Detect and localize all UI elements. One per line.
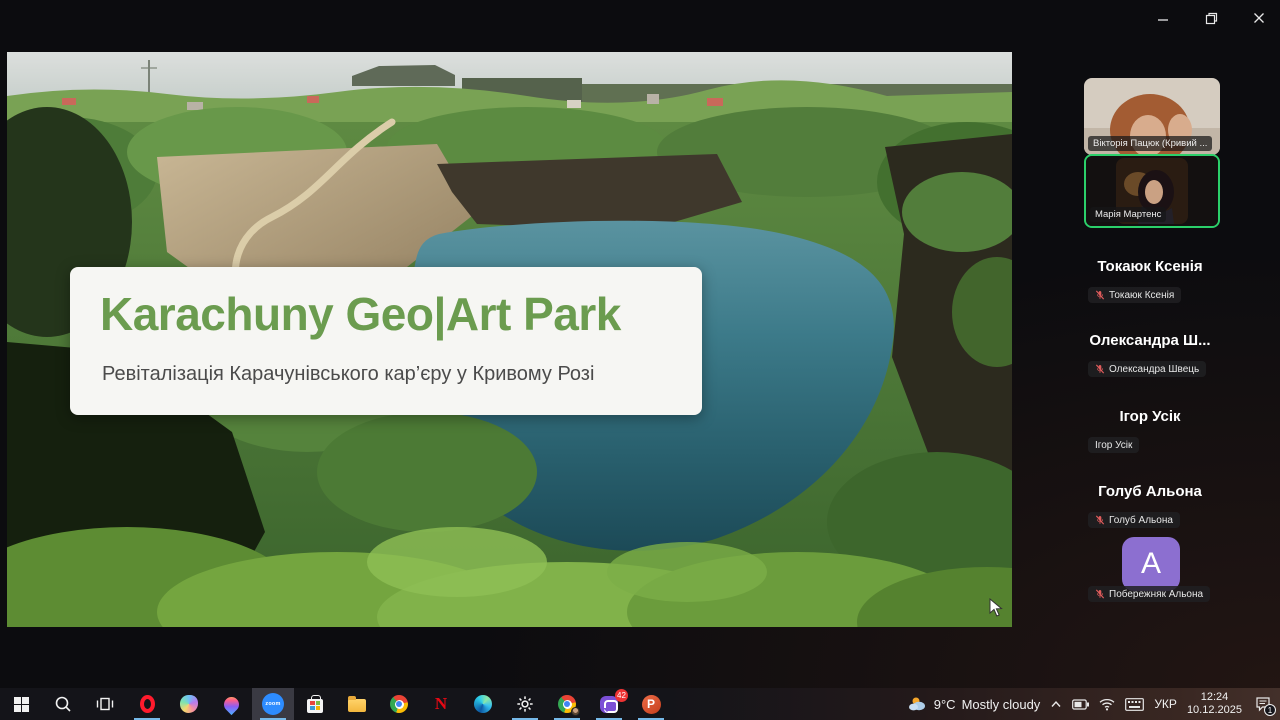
participant-1-name-label: Вікторія Пацюк (Кривий ... (1088, 136, 1212, 151)
video-tile-participant-1[interactable]: Вікторія Пацюк (Кривий ... (1084, 78, 1220, 155)
participant-1-name-text: Вікторія Пацюк (Кривий ... (1093, 138, 1207, 149)
task-view-button[interactable] (84, 688, 126, 720)
clock-date: 10.12.2025 (1187, 704, 1242, 717)
participant-6-display-name: Голуб Альона (1020, 483, 1280, 500)
weather-condition: Mostly cloudy (962, 697, 1041, 712)
task-view-icon (96, 696, 114, 712)
participant-7-avatar: A (1122, 537, 1180, 591)
participant-4-chip-text: Олександра Швець (1109, 364, 1199, 375)
participant-2-name-label: Марія Мартенс (1090, 207, 1166, 222)
slide-subtitle: Ревіталізація Карачунівського кар’єру у … (102, 363, 594, 386)
taskbar-copilot[interactable] (168, 688, 210, 720)
taskbar-viber[interactable]: 42 (588, 688, 630, 720)
participant-6-chip-text: Голуб Альона (1109, 515, 1173, 526)
file-explorer-icon (348, 699, 366, 712)
taskbar-clock[interactable]: 12:24 10.12.2025 (1187, 691, 1242, 717)
participant-3-chip-text: Токаюк Ксенія (1109, 290, 1174, 301)
taskbar-opera[interactable] (126, 688, 168, 720)
taskbar-zoom[interactable]: zoom (252, 688, 294, 720)
system-tray: 9°C Mostly cloudy (908, 688, 1280, 720)
battery-icon[interactable] (1072, 699, 1089, 710)
taskbar-edge[interactable] (462, 688, 504, 720)
participant-5-chip-text: Ігор Усік (1095, 440, 1132, 451)
participant-4-name-chip: Олександра Швець (1088, 361, 1206, 377)
participant-5-display-name: Ігор Усік (1020, 408, 1280, 425)
taskbar-paint-3d[interactable] (210, 688, 252, 720)
wifi-icon[interactable] (1099, 698, 1115, 711)
mouse-cursor (989, 598, 1003, 618)
restore-icon (1205, 12, 1218, 25)
gear-icon (516, 695, 534, 713)
taskbar-settings[interactable] (504, 688, 546, 720)
netflix-icon: N (435, 694, 447, 714)
muted-mic-icon (1095, 364, 1105, 374)
participant-3-display-name: Токаюк Ксенія (1020, 258, 1280, 275)
participant-7-chip-text: Побережняк Альона (1109, 589, 1203, 600)
minimize-icon (1157, 12, 1169, 24)
window-controls (1150, 8, 1272, 28)
participant-5-name-chip: Ігор Усік (1088, 437, 1139, 453)
weather-cloud-icon (908, 696, 928, 712)
shared-screen-slide: Karachuny Geo|Art Park Ревіталізація Кар… (7, 52, 1012, 627)
muted-mic-icon (1095, 515, 1105, 525)
windows-taskbar: zoom N (0, 688, 1280, 720)
muted-mic-icon (1095, 290, 1105, 300)
chrome-icon (390, 695, 408, 713)
slide-title: Karachuny Geo|Art Park (100, 287, 621, 341)
participant-3-name-chip: Токаюк Ксенія (1088, 287, 1181, 303)
minimize-button[interactable] (1150, 8, 1176, 28)
opera-icon (140, 695, 155, 713)
taskbar-chrome-profile[interactable] (546, 688, 588, 720)
taskbar-chrome[interactable] (378, 688, 420, 720)
video-tile-participant-2-active-speaker[interactable]: Марія Мартенс (1084, 154, 1220, 228)
start-button[interactable] (0, 688, 42, 720)
zoom-meeting-window: Karachuny Geo|Art Park Ревіталізація Кар… (0, 0, 1280, 720)
taskbar-microsoft-store[interactable] (294, 688, 336, 720)
restore-button[interactable] (1198, 8, 1224, 28)
muted-mic-icon (1095, 589, 1105, 599)
clock-time: 12:24 (1187, 691, 1242, 704)
taskbar-netflix[interactable]: N (420, 688, 462, 720)
chrome-profile-avatar (571, 707, 580, 716)
weather-temperature: 9°C (934, 697, 956, 712)
close-icon (1253, 12, 1265, 24)
participants-strip: Вікторія Пацюк (Кривий ... Марія Мартенс… (1020, 0, 1280, 688)
edge-icon (474, 695, 492, 713)
search-icon (54, 695, 72, 713)
powerpoint-icon: P (642, 695, 661, 714)
language-indicator[interactable]: УКР (1154, 697, 1177, 711)
participant-7-name-chip: Побережняк Альона (1088, 586, 1210, 602)
copilot-icon (180, 695, 198, 713)
paint-drop-icon (220, 693, 241, 714)
notification-count-badge: 1 (1264, 704, 1276, 716)
weather-widget[interactable]: 9°C Mostly cloudy (908, 696, 1041, 712)
windows-logo-icon (13, 696, 30, 713)
taskbar-powerpoint[interactable]: P (630, 688, 672, 720)
close-button[interactable] (1246, 8, 1272, 28)
viber-unread-badge: 42 (615, 689, 628, 702)
participant-6-name-chip: Голуб Альона (1088, 512, 1180, 528)
microsoft-store-icon (307, 699, 323, 713)
action-center-button[interactable]: 1 (1252, 693, 1274, 715)
tray-expand-chevron-icon[interactable] (1050, 700, 1062, 708)
touch-keyboard-icon[interactable] (1125, 698, 1144, 711)
participant-4-display-name: Олександра Ш... (1020, 332, 1280, 349)
taskbar-search-button[interactable] (42, 688, 84, 720)
slide-title-card: Karachuny Geo|Art Park Ревіталізація Кар… (70, 267, 702, 415)
participant-2-name-text: Марія Мартенс (1095, 209, 1161, 220)
taskbar-file-explorer[interactable] (336, 688, 378, 720)
zoom-icon: zoom (262, 693, 284, 715)
